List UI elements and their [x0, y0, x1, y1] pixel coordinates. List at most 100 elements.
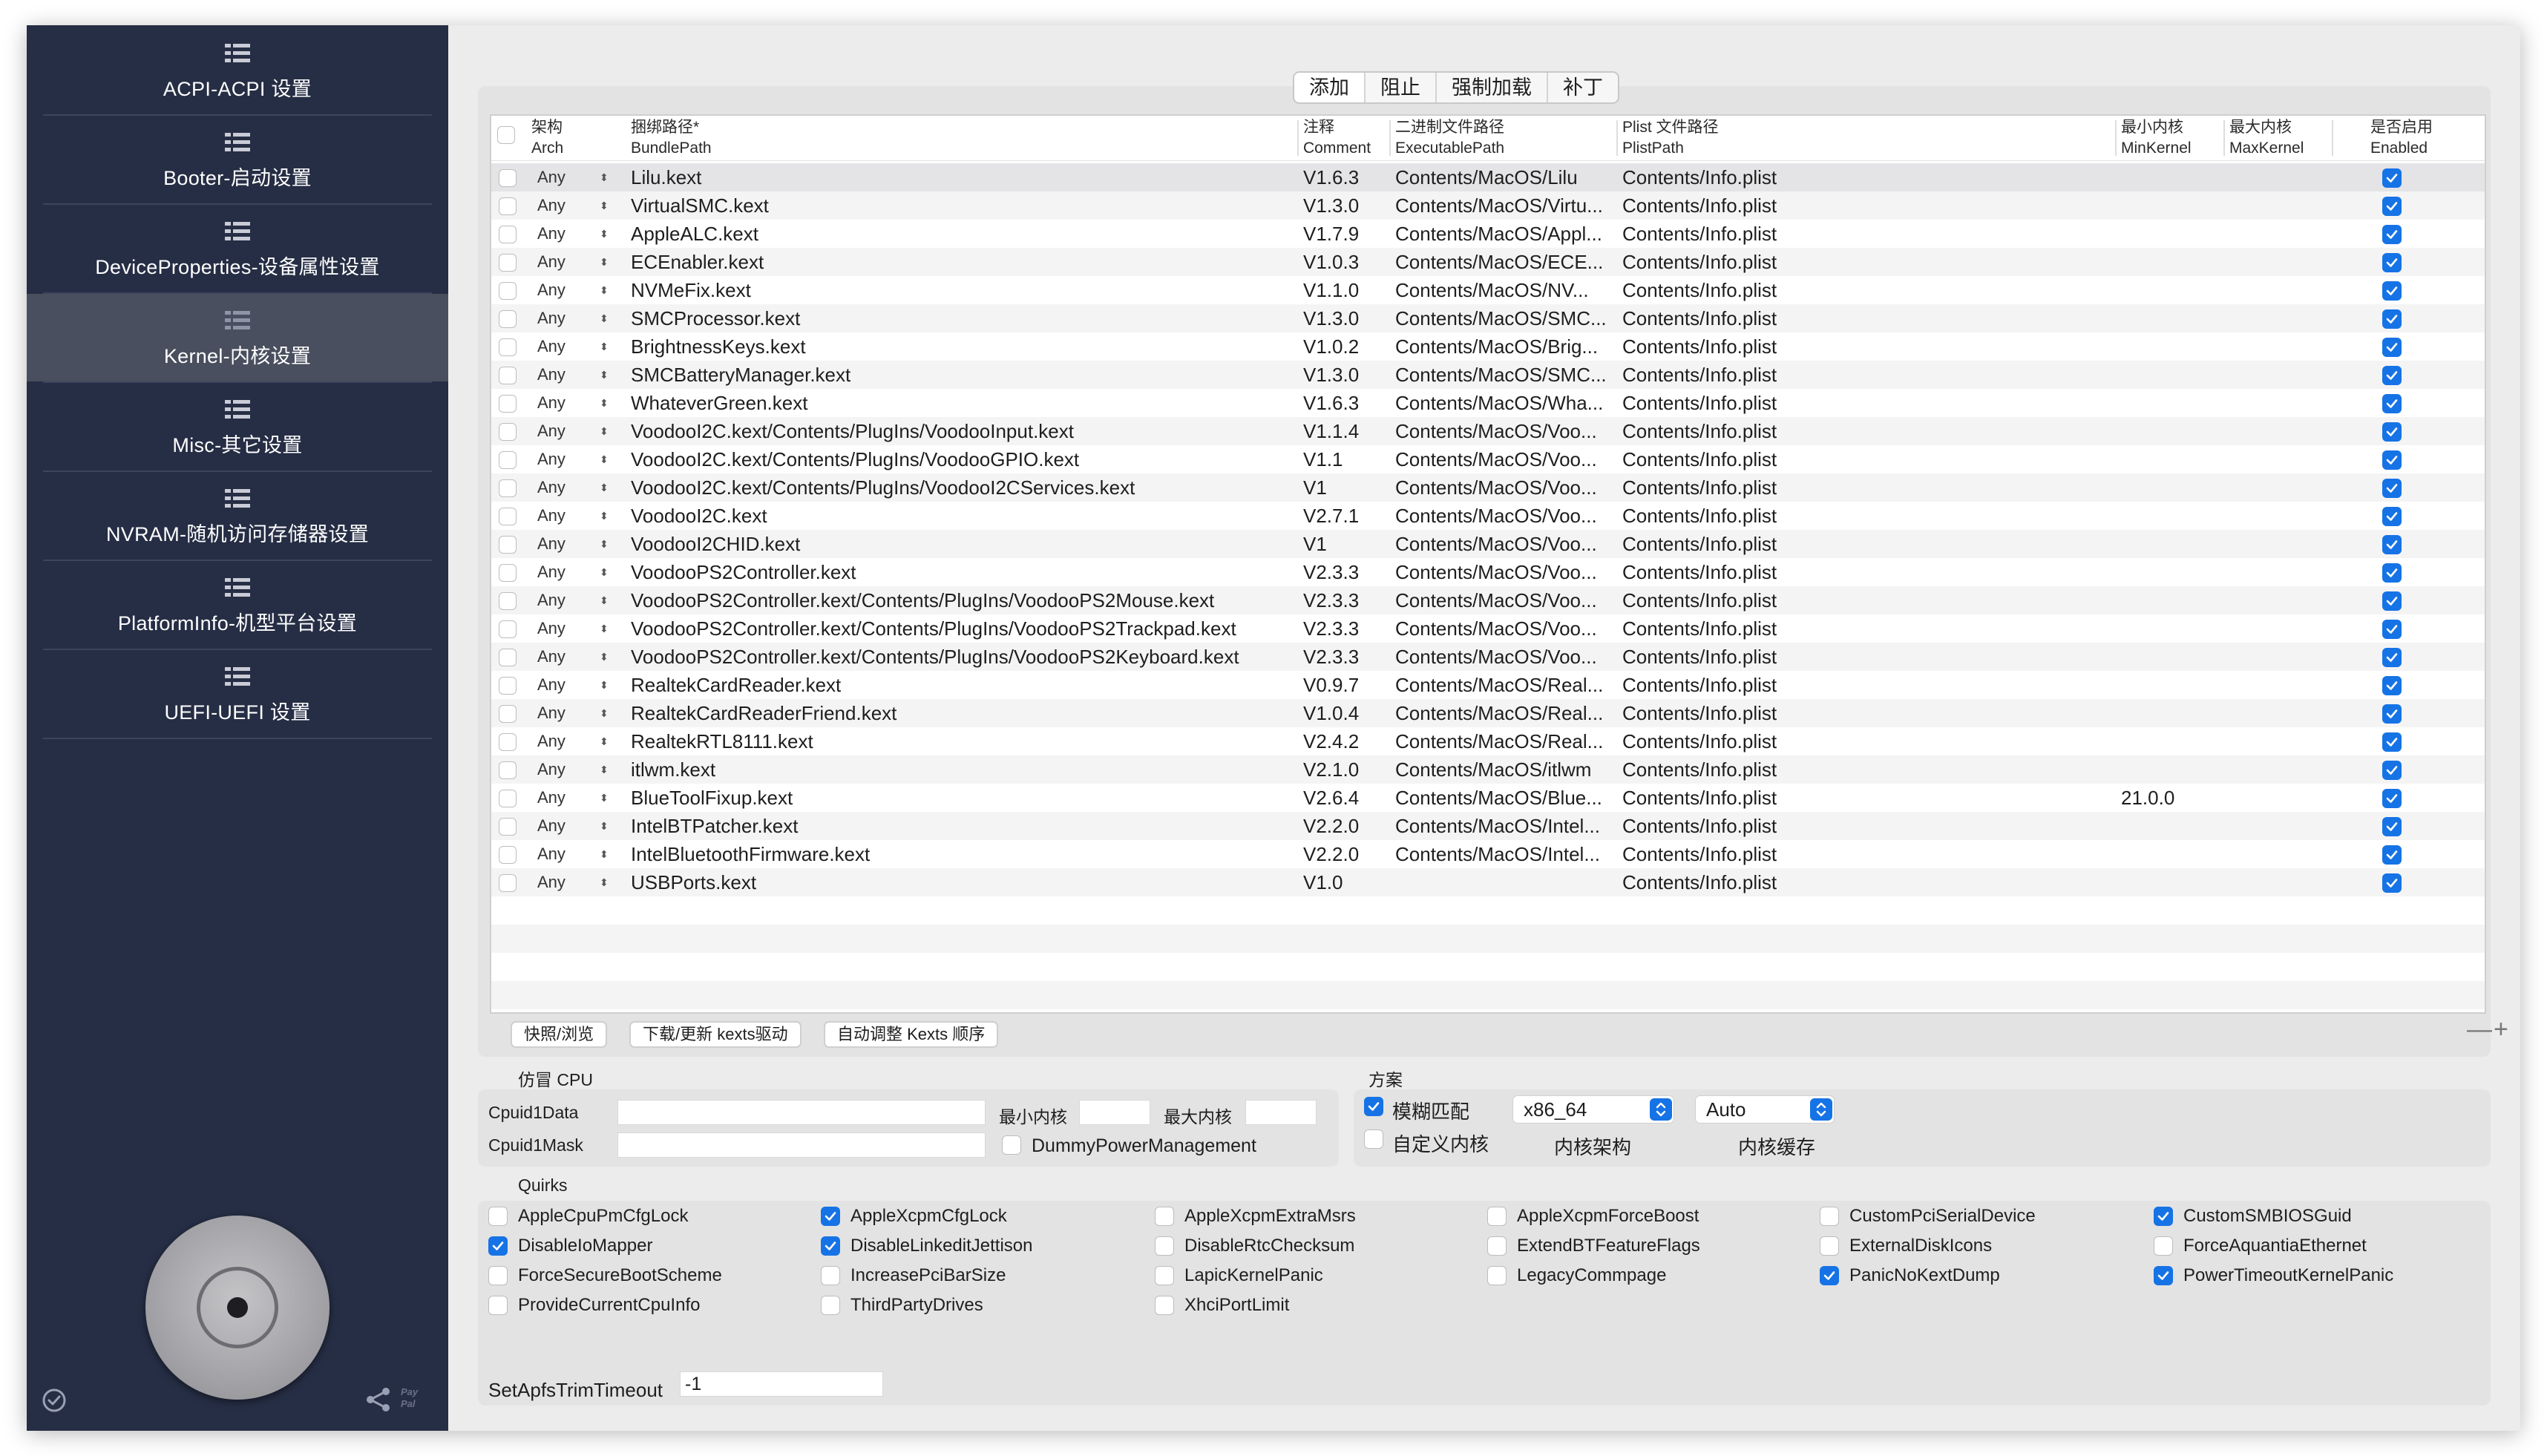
- bundle-path-cell[interactable]: VoodooPS2Controller.kext/Contents/PlugIn…: [631, 586, 1306, 614]
- arch-cell[interactable]: Any: [537, 473, 582, 502]
- enabled-checkbox[interactable]: [2382, 168, 2402, 188]
- arch-cell[interactable]: Any: [537, 755, 582, 784]
- arch-stepper-icon[interactable]: ⬍: [600, 755, 614, 784]
- table-row[interactable]: Any ⬍ ECEnabler.kext V1.0.3 Contents/MacOS/E…: [491, 248, 2485, 276]
- arch-stepper-icon[interactable]: ⬍: [600, 614, 614, 643]
- bundle-path-cell[interactable]: WhateverGreen.kext: [631, 389, 1306, 417]
- bundle-path-cell[interactable]: BrightnessKeys.kext: [631, 332, 1306, 361]
- quirk-disablelinkeditjettison[interactable]: DisableLinkeditJettison: [821, 1233, 1032, 1259]
- auto-order-button[interactable]: 自动调整 Kexts 顺序: [824, 1021, 999, 1048]
- quirk-checkbox[interactable]: [488, 1236, 508, 1256]
- enabled-checkbox[interactable]: [2382, 422, 2402, 442]
- executable-path-cell[interactable]: Contents/MacOS/Brig...: [1395, 332, 1615, 361]
- executable-path-cell[interactable]: Contents/MacOS/Voo...: [1395, 614, 1615, 643]
- quirk-checkbox[interactable]: [821, 1207, 840, 1226]
- arch-cell[interactable]: Any: [537, 361, 582, 389]
- sidebar-item-nvram[interactable]: NVRAM-随机访问存储器设置: [27, 472, 448, 560]
- arch-cell[interactable]: Any: [537, 304, 582, 332]
- arch-stepper-icon[interactable]: ⬍: [600, 812, 614, 840]
- bundle-path-cell[interactable]: NVMeFix.kext: [631, 276, 1306, 304]
- table-row[interactable]: Any ⬍ VoodooPS2Controller.kext V2.3.3 Conten…: [491, 558, 2485, 586]
- bundle-path-cell[interactable]: BlueToolFixup.kext: [631, 784, 1306, 812]
- enabled-checkbox[interactable]: [2382, 789, 2402, 808]
- bundle-path-cell[interactable]: VoodooPS2Controller.kext/Contents/PlugIn…: [631, 614, 1306, 643]
- bundle-path-cell[interactable]: RealtekCardReaderFriend.kext: [631, 699, 1306, 727]
- row-select-checkbox[interactable]: [499, 592, 517, 610]
- comment-cell[interactable]: V0.9.7: [1303, 671, 1392, 699]
- comment-cell[interactable]: V1.3.0: [1303, 191, 1392, 220]
- remove-add-buttons[interactable]: —+: [2467, 1015, 2510, 1044]
- row-select-checkbox[interactable]: [499, 733, 517, 751]
- plist-path-cell[interactable]: Contents/Info.plist: [1622, 248, 1845, 276]
- arch-cell[interactable]: Any: [537, 840, 582, 868]
- row-select-checkbox[interactable]: [499, 197, 517, 215]
- plist-path-cell[interactable]: Contents/Info.plist: [1622, 812, 1845, 840]
- bundle-path-cell[interactable]: AppleALC.kext: [631, 220, 1306, 248]
- min-kernel-cell[interactable]: 21.0.0: [2121, 784, 2225, 812]
- arch-cell[interactable]: Any: [537, 614, 582, 643]
- enabled-checkbox[interactable]: [2382, 817, 2402, 836]
- enabled-checkbox[interactable]: [2382, 366, 2402, 385]
- row-select-checkbox[interactable]: [499, 705, 517, 723]
- quirk-applexcpmcfglock[interactable]: AppleXcpmCfgLock: [821, 1204, 1007, 1229]
- quirk-powertimeoutkernelpanic[interactable]: PowerTimeoutKernelPanic: [2154, 1263, 2393, 1288]
- plist-path-cell[interactable]: Contents/Info.plist: [1622, 530, 1845, 558]
- arch-stepper-icon[interactable]: ⬍: [600, 502, 614, 530]
- bundle-path-cell[interactable]: ECEnabler.kext: [631, 248, 1306, 276]
- table-row[interactable]: Any ⬍ VoodooPS2Controller.kext/Contents/Pl…: [491, 586, 2485, 614]
- comment-cell[interactable]: V1.0.3: [1303, 248, 1392, 276]
- quirk-checkbox[interactable]: [821, 1236, 840, 1256]
- arch-cell[interactable]: Any: [537, 389, 582, 417]
- comment-cell[interactable]: V1: [1303, 530, 1392, 558]
- bundle-path-cell[interactable]: VoodooI2CHID.kext: [631, 530, 1306, 558]
- cpuid1mask-field[interactable]: [617, 1132, 986, 1158]
- arch-cell[interactable]: Any: [537, 558, 582, 586]
- col-header-comment[interactable]: 注释 Comment: [1303, 117, 1371, 159]
- bundle-path-cell[interactable]: Lilu.kext: [631, 163, 1306, 191]
- arch-stepper-icon[interactable]: ⬍: [600, 699, 614, 727]
- arch-cell[interactable]: Any: [537, 332, 582, 361]
- quirk-checkbox[interactable]: [821, 1296, 840, 1315]
- cpuid1data-field[interactable]: [617, 1100, 986, 1125]
- comment-cell[interactable]: V1.1.0: [1303, 276, 1392, 304]
- arch-cell[interactable]: Any: [537, 220, 582, 248]
- table-row[interactable]: Any ⬍ VoodooI2C.kext/Contents/PlugIns/Vood…: [491, 473, 2485, 502]
- plist-path-cell[interactable]: Contents/Info.plist: [1622, 276, 1845, 304]
- arch-stepper-icon[interactable]: ⬍: [600, 445, 614, 473]
- arch-stepper-icon[interactable]: ⬍: [600, 389, 614, 417]
- enabled-checkbox[interactable]: [2382, 761, 2402, 780]
- arch-stepper-icon[interactable]: ⬍: [600, 727, 614, 755]
- executable-path-cell[interactable]: Contents/MacOS/Voo...: [1395, 445, 1615, 473]
- row-select-checkbox[interactable]: [499, 761, 517, 779]
- plist-path-cell[interactable]: Contents/Info.plist: [1622, 163, 1845, 191]
- quirk-checkbox[interactable]: [821, 1266, 840, 1285]
- bundle-path-cell[interactable]: VoodooI2C.kext/Contents/PlugIns/VoodooIn…: [631, 417, 1306, 445]
- plist-path-cell[interactable]: Contents/Info.plist: [1622, 220, 1845, 248]
- quirk-custompciserialdevice[interactable]: CustomPciSerialDevice: [1820, 1204, 2036, 1229]
- table-row[interactable]: Any ⬍ RealtekCardReader.kext V0.9.7 Contents…: [491, 671, 2485, 699]
- plist-path-cell[interactable]: Contents/Info.plist: [1622, 332, 1845, 361]
- row-select-checkbox[interactable]: [499, 649, 517, 666]
- quirk-xhciportlimit[interactable]: XhciPortLimit: [1155, 1293, 1289, 1318]
- enabled-checkbox[interactable]: [2382, 338, 2402, 357]
- executable-path-cell[interactable]: Contents/MacOS/Real...: [1395, 699, 1615, 727]
- table-row[interactable]: Any ⬍ SMCProcessor.kext V1.3.0 Contents/MacO…: [491, 304, 2485, 332]
- arch-cell[interactable]: Any: [537, 699, 582, 727]
- dummy-power-checkbox[interactable]: [1002, 1135, 1021, 1155]
- arch-stepper-icon[interactable]: ⬍: [600, 417, 614, 445]
- table-row[interactable]: Any ⬍ NVMeFix.kext V1.1.0 Contents/MacOS/NV.…: [491, 276, 2485, 304]
- arch-stepper-icon[interactable]: ⬍: [600, 332, 614, 361]
- table-row[interactable]: Any ⬍ VoodooPS2Controller.kext/Contents/Pl…: [491, 614, 2485, 643]
- quirk-externaldiskicons[interactable]: ExternalDiskIcons: [1820, 1233, 1992, 1259]
- hard-disk-icon[interactable]: [145, 1216, 330, 1400]
- bundle-path-cell[interactable]: SMCProcessor.kext: [631, 304, 1306, 332]
- arch-cell[interactable]: Any: [537, 643, 582, 671]
- table-row[interactable]: Any ⬍ VoodooI2C.kext V2.7.1 Contents/MacOS/V…: [491, 502, 2485, 530]
- plist-path-cell[interactable]: Contents/Info.plist: [1622, 699, 1845, 727]
- fuzzy-match-checkbox[interactable]: [1364, 1097, 1383, 1116]
- bundle-path-cell[interactable]: VirtualSMC.kext: [631, 191, 1306, 220]
- plist-path-cell[interactable]: Contents/Info.plist: [1622, 727, 1845, 755]
- arch-stepper-icon[interactable]: ⬍: [600, 304, 614, 332]
- enabled-checkbox[interactable]: [2382, 563, 2402, 583]
- quirk-disableiomapper[interactable]: DisableIoMapper: [488, 1233, 652, 1259]
